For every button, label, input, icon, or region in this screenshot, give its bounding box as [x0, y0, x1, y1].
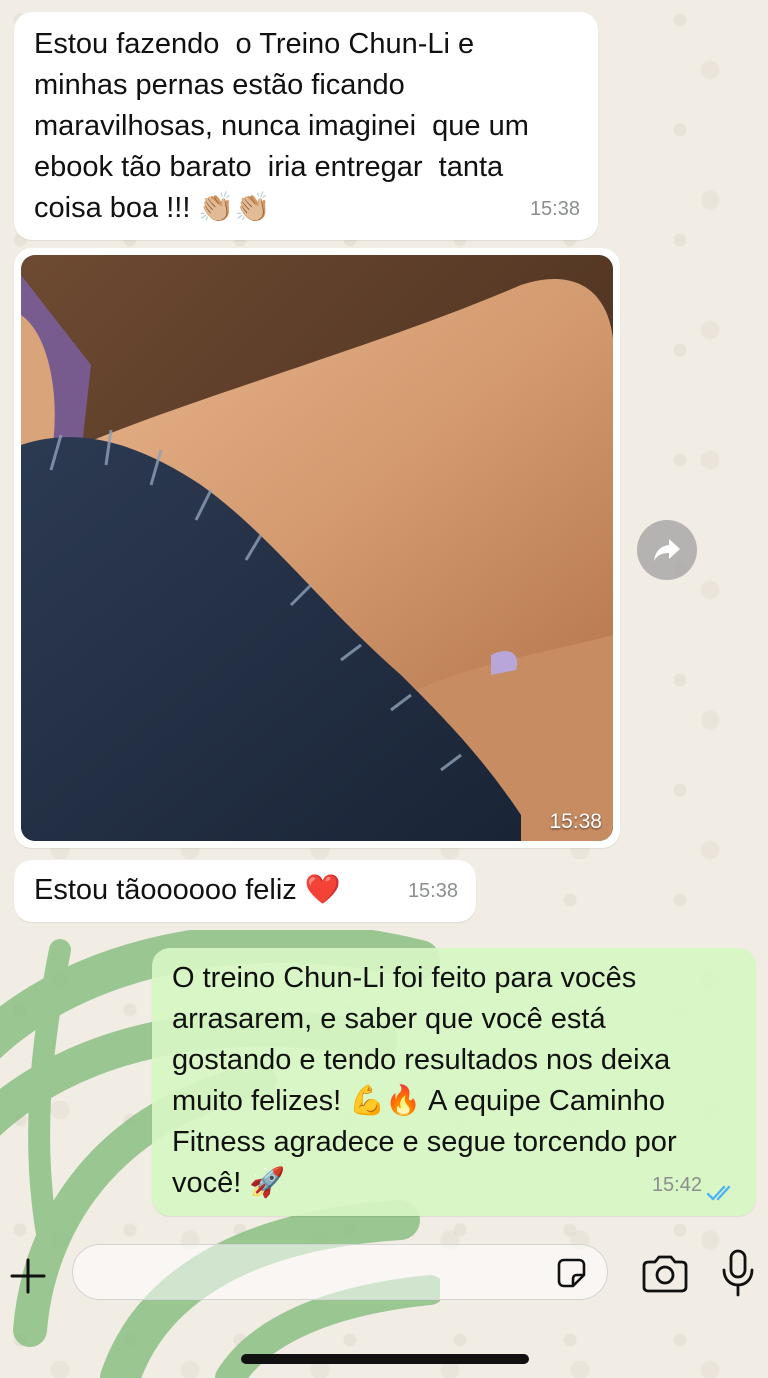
incoming-photo-message[interactable]: 15:38: [14, 248, 620, 848]
message-time: 15:38: [407, 880, 458, 902]
microphone-icon[interactable]: [720, 1248, 756, 1298]
plus-icon[interactable]: [8, 1256, 48, 1296]
message-time: 15:42: [651, 1174, 702, 1196]
forward-button[interactable]: [637, 520, 697, 580]
forward-arrow-icon: [654, 539, 680, 561]
photo-image: [21, 255, 613, 841]
incoming-message[interactable]: Estou tãoooooo feliz ❤️ 15:38: [14, 860, 476, 922]
message-text: Estou tãoooooo feliz ❤️: [34, 874, 341, 906]
double-check-icon: [706, 1185, 731, 1201]
camera-icon[interactable]: [640, 1254, 690, 1294]
message-time: 15:38: [529, 198, 580, 220]
outgoing-message[interactable]: O treino Chun-Li foi feito para vocês ar…: [152, 948, 756, 1216]
message-text: Estou fazendo o Treino Chun-Li e minhas …: [34, 28, 529, 224]
sticker-icon[interactable]: [553, 1255, 589, 1291]
message-input[interactable]: [72, 1244, 608, 1300]
photo-thumbnail[interactable]: [21, 255, 613, 841]
incoming-message[interactable]: Estou fazendo o Treino Chun-Li e minhas …: [14, 12, 598, 240]
home-indicator: [241, 1354, 529, 1364]
message-time: 15:38: [549, 810, 602, 833]
